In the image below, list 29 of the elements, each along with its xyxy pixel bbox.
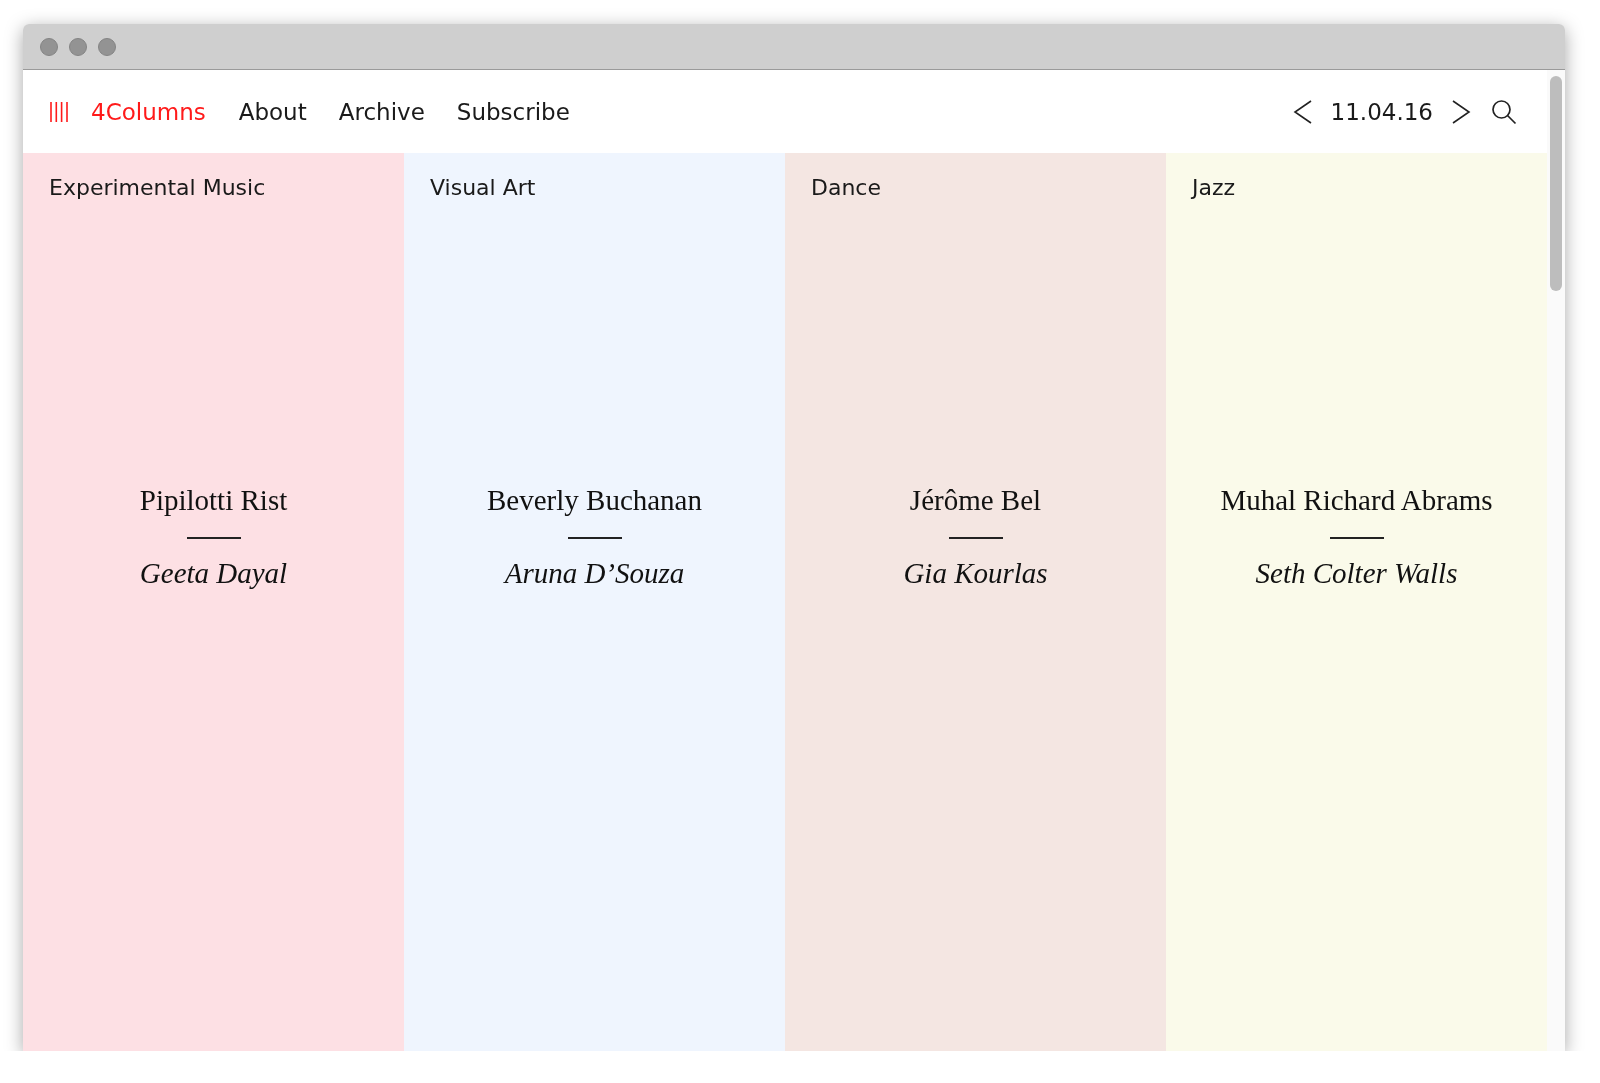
author-name: Geeta Dayal [139,557,288,590]
review-title[interactable]: Beverly Buchanan [487,484,702,517]
author-name: Aruna D’Souza [504,557,685,590]
scrollbar-thumb[interactable] [1550,76,1562,291]
column-panel[interactable]: Dance Jérôme Bel Gia Kourlas [785,153,1166,1051]
review-title[interactable]: Muhal Richard Abrams [1220,484,1493,517]
category-label: Dance [811,175,882,200]
window-control-icon[interactable] [69,37,87,56]
next-chevron-icon[interactable] [1451,98,1471,125]
category-label: Visual Art [430,175,537,200]
issue-date: 11.04.16 [1330,98,1433,125]
window-control-icon[interactable] [40,37,58,56]
columns-logo-icon[interactable] [49,100,69,123]
nav-link[interactable]: About [238,98,307,125]
author-name: Gia Kourlas [903,557,1048,590]
category-label: Jazz [1192,175,1237,200]
review-title[interactable]: Pipilotti Rist [139,484,288,517]
column-panel[interactable]: Jazz Muhal Richard Abrams Seth Colter Walls [1166,153,1547,1051]
review-title[interactable]: Jérôme Bel [909,484,1042,517]
previous-chevron-icon[interactable] [1292,98,1313,125]
window-control-icon[interactable] [98,37,116,56]
nav-link[interactable]: Archive [338,98,425,125]
author-name: Seth Colter Walls [1255,557,1458,590]
nav-link[interactable]: Subscribe [456,98,570,125]
column-panel[interactable]: Experimental Music Pipilotti Rist Geeta Dayal [23,153,404,1051]
category-label: Experimental Music [49,175,267,200]
site-name-link[interactable]: 4Columns [91,98,206,125]
column-panel[interactable]: Visual Art Beverly Buchanan Aruna D’Souza [404,153,785,1051]
search-icon[interactable] [1491,98,1517,125]
